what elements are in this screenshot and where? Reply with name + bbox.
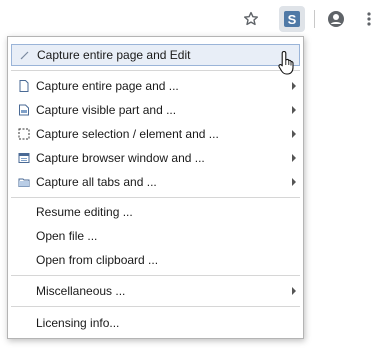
- submenu-arrow-icon: [292, 130, 296, 138]
- browser-toolbar: S: [0, 0, 382, 36]
- profile-button[interactable]: [323, 6, 349, 32]
- menu-item-label: Capture selection / element and ...: [36, 127, 219, 141]
- svg-text:S: S: [288, 12, 297, 27]
- menu-item-label: Capture entire page and Edit: [37, 48, 191, 62]
- browser-menu-button[interactable]: [356, 6, 382, 32]
- screenshot-extension-button[interactable]: S: [279, 6, 305, 32]
- address-bar-area[interactable]: [0, 4, 236, 34]
- menu-item-label: Capture entire page and ...: [36, 79, 179, 93]
- menu-item-capture-all-tabs[interactable]: Capture all tabs and ...: [11, 171, 300, 193]
- window-icon: [18, 152, 30, 164]
- menu-item-label: Capture browser window and ...: [36, 151, 205, 165]
- menu-item-label: Capture visible part and ...: [36, 103, 177, 117]
- more-vertical-icon: [367, 12, 371, 26]
- menu-item-open-clipboard[interactable]: Open from clipboard ...: [11, 249, 300, 271]
- menu-divider: [11, 197, 300, 198]
- menu-item-label: Open file ...: [36, 229, 98, 243]
- selection-icon: [18, 128, 30, 140]
- visible-part-icon: [18, 104, 30, 116]
- page-icon: [18, 80, 30, 92]
- menu-item-licensing-info[interactable]: Licensing info...: [11, 312, 300, 334]
- menu-item-miscellaneous[interactable]: Miscellaneous ...: [11, 280, 300, 302]
- menu-divider: [11, 275, 300, 276]
- menu-item-label: Resume editing ...: [36, 205, 133, 219]
- menu-divider: [11, 306, 300, 307]
- menu-item-capture-entire[interactable]: Capture entire page and ...: [11, 75, 300, 97]
- hand-cursor-icon: [278, 50, 294, 75]
- pencil-icon: [19, 49, 31, 61]
- bookmark-star-button[interactable]: [238, 6, 264, 32]
- menu-item-label: Open from clipboard ...: [36, 253, 159, 267]
- toolbar-separator: [314, 10, 315, 28]
- menu-item-capture-visible[interactable]: Capture visible part and ...: [11, 99, 300, 121]
- menu-item-open-file[interactable]: Open file ...: [11, 225, 300, 247]
- submenu-arrow-icon: [292, 287, 296, 295]
- menu-item-resume-editing[interactable]: Resume editing ...: [11, 201, 300, 223]
- tabs-icon: [18, 176, 30, 188]
- submenu-arrow-icon: [292, 106, 296, 114]
- submenu-arrow-icon: [292, 178, 296, 186]
- profile-icon: [328, 11, 344, 27]
- menu-item-capture-entire-edit[interactable]: Capture entire page and Edit: [11, 44, 300, 66]
- extension-popup-menu: Capture entire page and Edit Capture ent…: [7, 36, 304, 339]
- menu-item-label: Miscellaneous ...: [36, 284, 126, 298]
- submenu-arrow-icon: [292, 154, 296, 162]
- star-icon: [244, 11, 258, 26]
- menu-item-capture-window[interactable]: Capture browser window and ...: [11, 147, 300, 169]
- extension-s-icon: S: [284, 11, 300, 27]
- menu-item-label: Capture all tabs and ...: [36, 175, 157, 189]
- menu-item-label: Licensing info...: [36, 316, 120, 330]
- menu-item-capture-selection[interactable]: Capture selection / element and ...: [11, 123, 300, 145]
- menu-divider: [11, 70, 300, 71]
- submenu-arrow-icon: [292, 82, 296, 90]
